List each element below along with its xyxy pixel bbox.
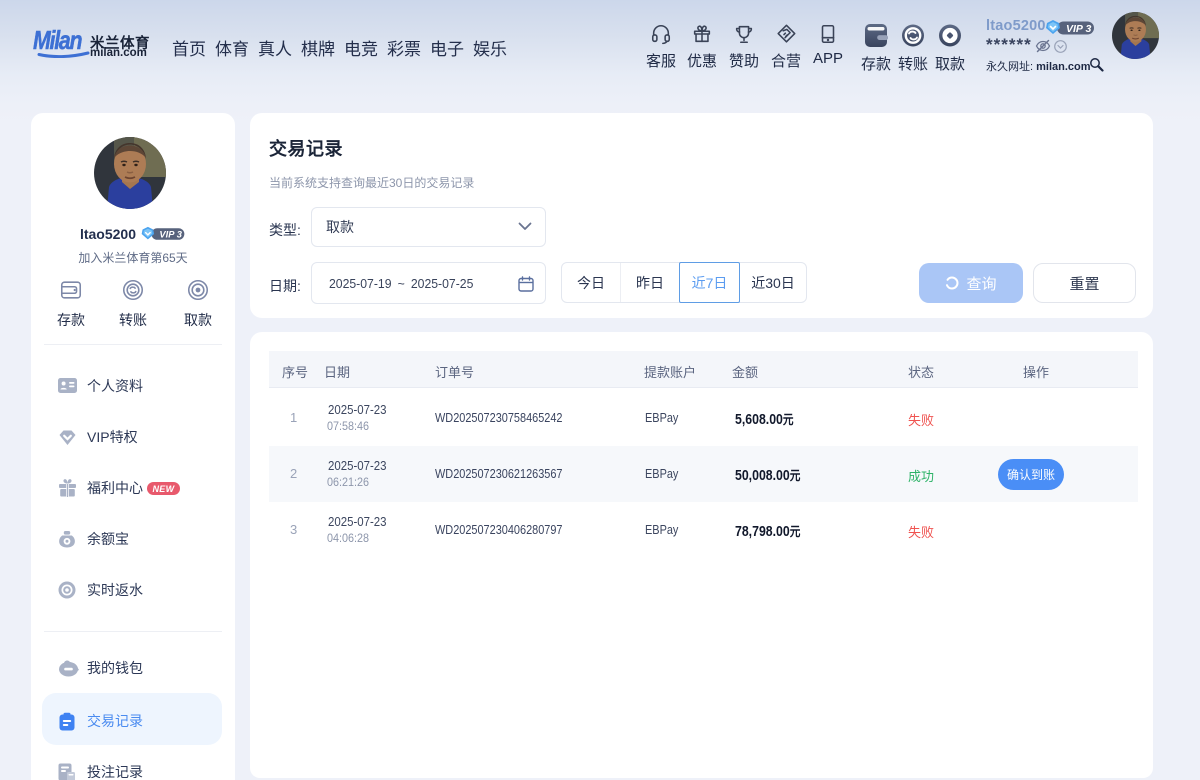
- svg-text:VIP 3: VIP 3: [159, 229, 182, 239]
- svg-text:VIP 3: VIP 3: [1066, 23, 1091, 35]
